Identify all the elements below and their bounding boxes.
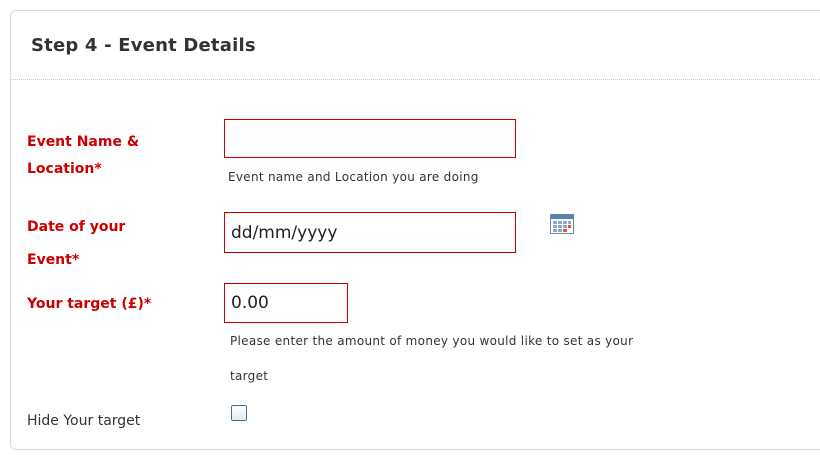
event-name-input[interactable] <box>224 119 516 158</box>
event-date-label-line2: Event* <box>27 252 80 268</box>
panel-title: Step 4 - Event Details <box>31 35 256 56</box>
calendar-icon[interactable] <box>550 212 574 234</box>
target-input[interactable] <box>224 283 348 323</box>
event-date-label-line1: Date of your <box>27 219 126 235</box>
event-name-label-line1: Event Name & <box>27 134 140 150</box>
target-help-line2: target <box>230 369 269 383</box>
hide-target-checkbox[interactable] <box>231 405 247 421</box>
event-name-help: Event name and Location you are doing <box>228 170 479 184</box>
hide-target-label: Hide Your target <box>27 413 141 429</box>
target-help-line1: Please enter the amount of money you wou… <box>230 334 634 348</box>
panel-header: Step 4 - Event Details <box>11 11 820 80</box>
event-name-label-line2: Location* <box>27 161 102 177</box>
target-label: Your target (£)* <box>27 296 152 312</box>
event-date-input[interactable] <box>224 212 516 253</box>
